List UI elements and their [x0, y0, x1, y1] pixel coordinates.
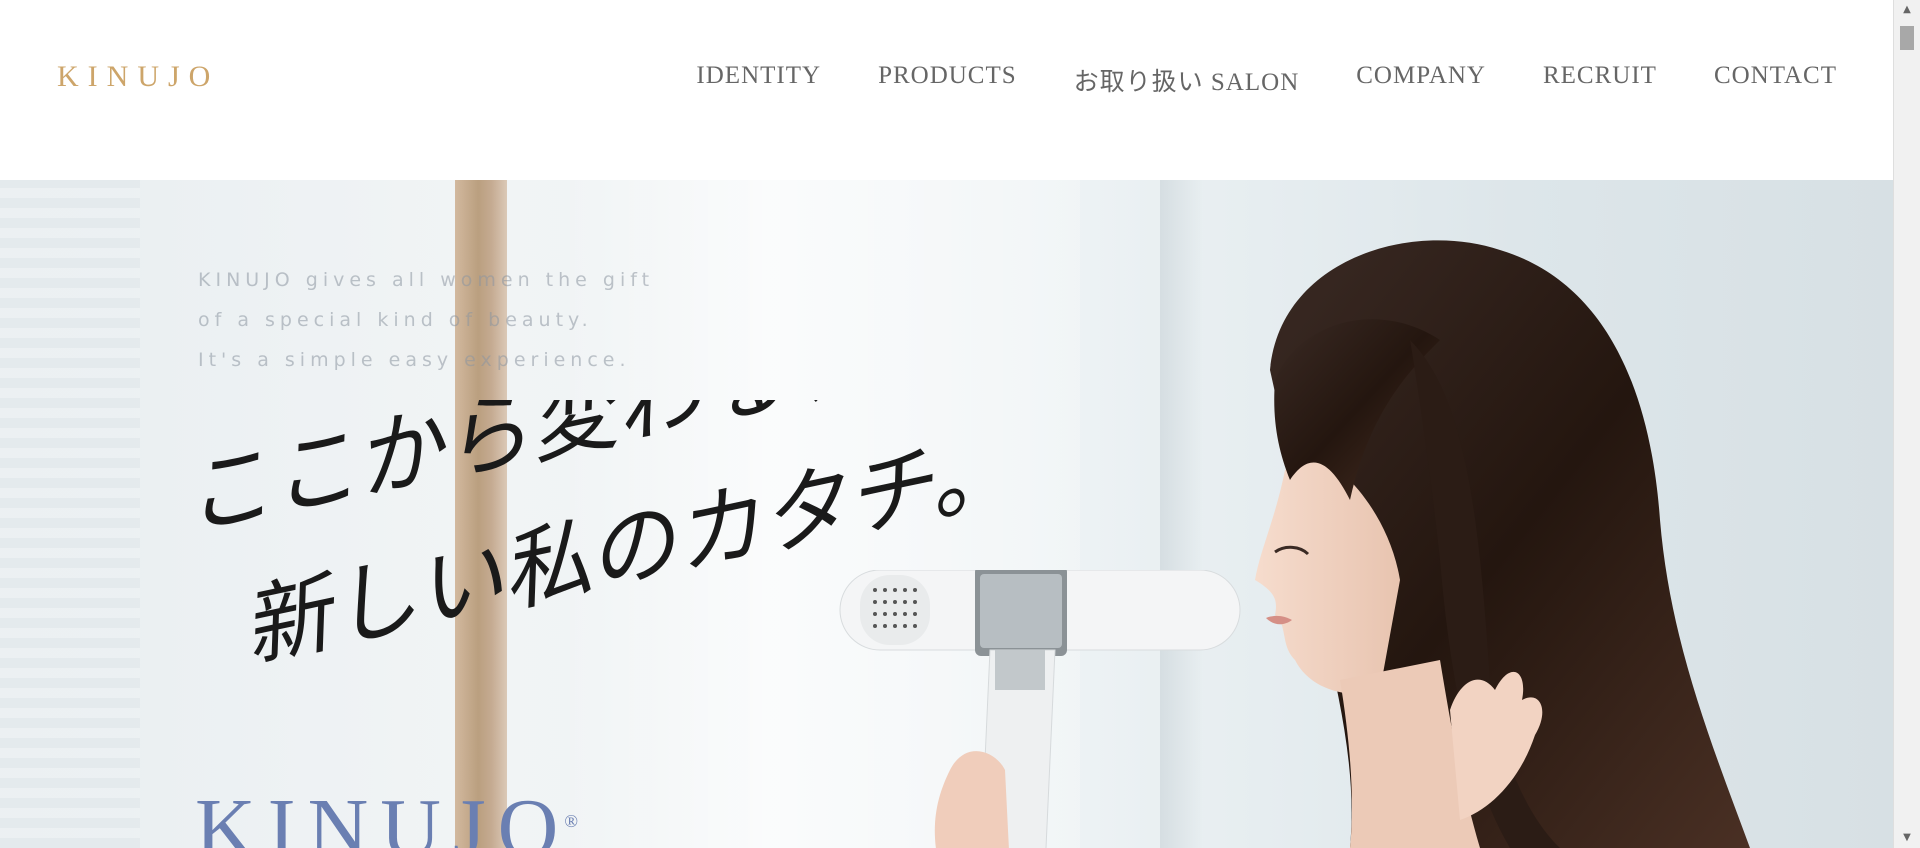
hair-dryer-svg — [839, 566, 1241, 848]
hero-brand-text: KINUJO — [195, 782, 571, 848]
scrollbar-thumb[interactable] — [1900, 26, 1914, 50]
nav-recruit[interactable]: RECRUIT — [1543, 62, 1657, 98]
hero-section: KINUJO gives all women the gift of a spe… — [0, 180, 1894, 848]
tagline-line: of a special kind of beauty. — [198, 309, 593, 331]
nav-contact[interactable]: CONTACT — [1714, 62, 1837, 98]
scrollbar[interactable]: ▲ ▼ — [1893, 0, 1920, 848]
site-header: KINUJO IDENTITY PRODUCTS お取り扱い SALON COM… — [0, 0, 1894, 180]
hero-brand-logo: KINUJO® — [195, 780, 578, 848]
model-photo — [1150, 220, 1894, 848]
registered-mark: ® — [564, 811, 578, 831]
nav-products[interactable]: PRODUCTS — [878, 62, 1017, 98]
nav-company[interactable]: COMPANY — [1356, 62, 1486, 98]
site-logo[interactable]: KINUJO — [57, 60, 219, 94]
hero-tagline: KINUJO gives all women the gift of a spe… — [198, 260, 654, 380]
page: KINUJO IDENTITY PRODUCTS お取り扱い SALON COM… — [0, 0, 1894, 848]
tagline-line: KINUJO gives all women the gift — [198, 269, 655, 291]
triangle-up-icon[interactable]: ▲ — [1894, 0, 1920, 20]
window-blind — [0, 180, 140, 848]
model-figure-svg — [1255, 240, 1750, 848]
nav-salon[interactable]: お取り扱い SALON — [1074, 62, 1300, 98]
triangle-down-icon[interactable]: ▼ — [1894, 828, 1920, 848]
main-nav: IDENTITY PRODUCTS お取り扱い SALON COMPANY RE… — [639, 62, 1837, 98]
tagline-line: It's a simple easy experience. — [198, 349, 631, 371]
nav-identity[interactable]: IDENTITY — [696, 62, 821, 98]
hair-dryer-image — [830, 566, 1250, 848]
